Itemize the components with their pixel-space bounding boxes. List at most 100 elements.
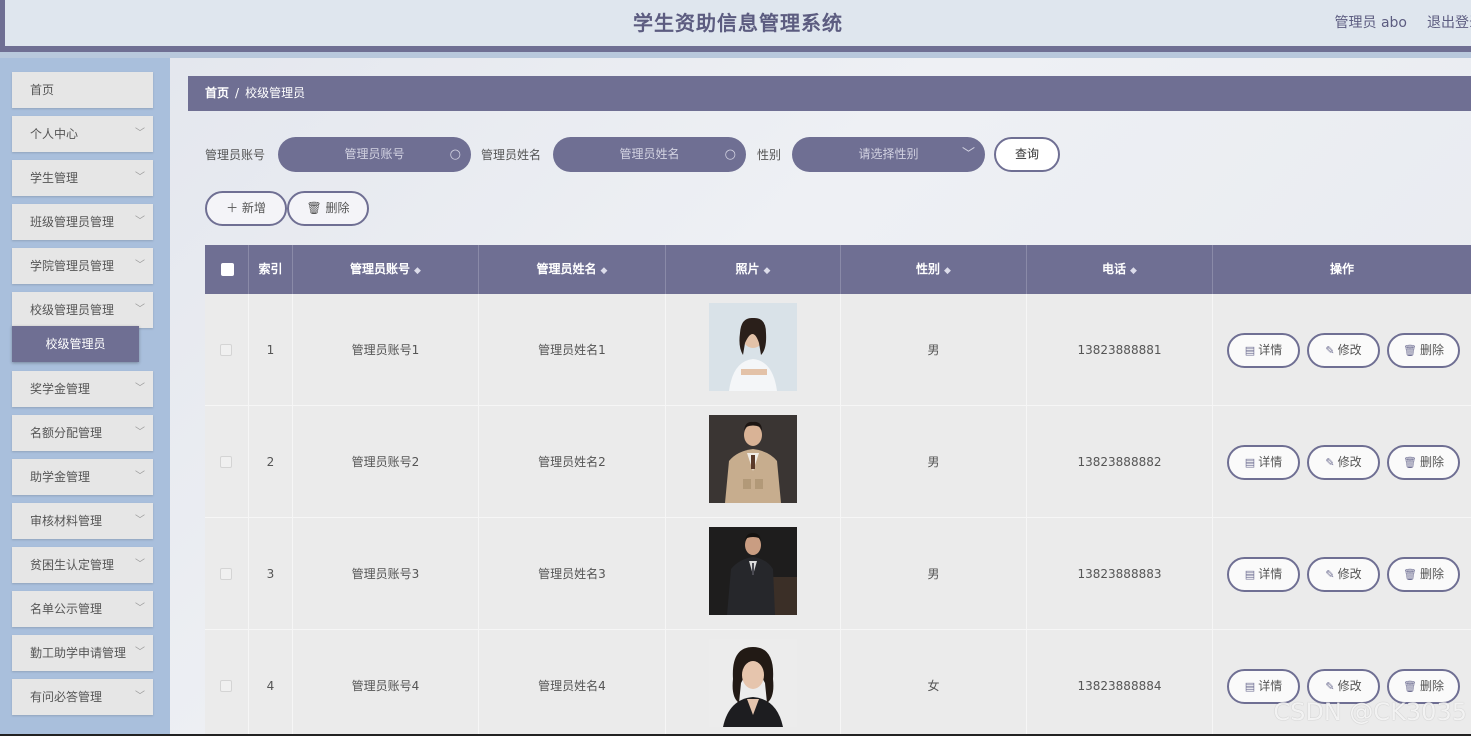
delete-button[interactable]: 🗑 删除 xyxy=(1387,445,1460,480)
edit-button[interactable]: ✎ 修改 xyxy=(1307,557,1380,592)
sidebar-item-class-admins[interactable]: 班级管理员管理 ﹀ xyxy=(12,204,153,240)
sidebar-item-work-study[interactable]: 勤工助学申请管理 ﹀ xyxy=(12,635,153,671)
name-search-placeholder: 管理员姓名 xyxy=(619,147,680,161)
top-header: 学生资助信息管理系统 管理员 abo 退出登录 xyxy=(0,0,1471,52)
sidebar-item-label: 首页 xyxy=(30,83,55,97)
sidebar-item-label: 学院管理员管理 xyxy=(30,259,115,273)
name-cell: 管理员姓名3 xyxy=(479,518,666,630)
column-header-name[interactable]: 管理员姓名 ◆ xyxy=(479,245,666,294)
batch-delete-button[interactable]: 🗑 删除 xyxy=(287,191,369,226)
admin-photo[interactable] xyxy=(709,415,797,503)
gender-select[interactable]: 请选择性别 ﹀ xyxy=(792,137,985,172)
select-all-checkbox[interactable] xyxy=(221,263,234,276)
sidebar-item-personal-center[interactable]: 个人中心 ﹀ xyxy=(12,116,153,152)
document-icon: ▤ xyxy=(1244,456,1256,469)
edit-button[interactable]: ✎ 修改 xyxy=(1307,333,1380,368)
column-header-gender-label: 性别 xyxy=(916,262,941,276)
name-cell: 管理员姓名4 xyxy=(479,630,666,736)
photo-cell xyxy=(666,406,841,518)
sidebar-item-school-admins[interactable]: 校级管理员管理 ﹀ xyxy=(12,292,153,328)
chevron-down-icon: ﹀ xyxy=(135,515,145,526)
query-button[interactable]: 查询 xyxy=(994,137,1060,172)
breadcrumb-separator: / xyxy=(235,86,240,100)
sidebar-item-list-publication[interactable]: 名单公示管理 ﹀ xyxy=(12,591,153,627)
sidebar-item-label: 学生管理 xyxy=(30,171,79,185)
plus-icon: ＋ xyxy=(226,201,242,215)
batch-delete-label: 删除 xyxy=(325,201,350,215)
sidebar-item-home[interactable]: 首页 xyxy=(12,72,153,108)
account-search-input[interactable]: 管理员账号 ○ xyxy=(278,137,471,172)
sidebar-subitem-school-admin[interactable]: 校级管理员 xyxy=(12,326,139,362)
column-header-gender[interactable]: 性别 ◆ xyxy=(841,245,1027,294)
sidebar-item-college-admins[interactable]: 学院管理员管理 ﹀ xyxy=(12,248,153,284)
delete-button-label: 删除 xyxy=(1419,343,1444,357)
actions-cell: ▤ 详情 ✎ 修改 🗑 删除 xyxy=(1213,518,1471,630)
account-cell: 管理员账号3 xyxy=(293,518,479,630)
delete-button[interactable]: 🗑 删除 xyxy=(1387,557,1460,592)
chevron-down-icon: ﹀ xyxy=(135,471,145,482)
document-icon: ▤ xyxy=(1244,568,1256,581)
search-icon: ○ xyxy=(724,147,736,162)
sidebar-item-label: 个人中心 xyxy=(30,127,79,141)
row-check-cell xyxy=(205,294,249,406)
table-row: 2 管理员账号2 管理员姓名2 男 13823888882 ▤ 详情 ✎ 修改 … xyxy=(205,406,1471,518)
row-checkbox[interactable] xyxy=(220,568,232,580)
document-icon: ▤ xyxy=(1244,680,1256,693)
chevron-down-icon: ﹀ xyxy=(135,691,145,702)
column-header-account-label: 管理员账号 xyxy=(350,262,411,276)
row-checkbox[interactable] xyxy=(220,344,232,356)
phone-cell: 13823888884 xyxy=(1027,630,1213,736)
detail-button-label: 详情 xyxy=(1258,679,1283,693)
sidebar-item-label: 审核材料管理 xyxy=(30,514,103,528)
sidebar-item-review-materials[interactable]: 审核材料管理 ﹀ xyxy=(12,503,153,539)
column-header-photo[interactable]: 照片 ◆ xyxy=(666,245,841,294)
admin-photo[interactable] xyxy=(709,303,797,391)
table-row: 1 管理员账号1 管理员姓名1 男 13823888881 ▤ 详情 ✎ 修改 🗑 删… xyxy=(205,294,1471,406)
app-title: 学生资助信息管理系统 xyxy=(633,11,843,35)
pencil-icon: ✎ xyxy=(1325,680,1335,693)
breadcrumb-home[interactable]: 首页 xyxy=(205,86,229,100)
sidebar-item-grant[interactable]: 助学金管理 ﹀ xyxy=(12,459,153,495)
pencil-icon: ✎ xyxy=(1325,344,1335,357)
index-cell: 4 xyxy=(249,630,293,736)
detail-button-label: 详情 xyxy=(1258,455,1283,469)
photo-cell xyxy=(666,630,841,736)
column-header-phone[interactable]: 电话 ◆ xyxy=(1027,245,1213,294)
name-search-input[interactable]: 管理员姓名 ○ xyxy=(553,137,746,172)
pencil-icon: ✎ xyxy=(1325,568,1335,581)
detail-button[interactable]: ▤ 详情 xyxy=(1227,557,1300,592)
account-cell: 管理员账号1 xyxy=(293,294,479,406)
document-icon: ▤ xyxy=(1244,344,1256,357)
chevron-down-icon: ﹀ xyxy=(135,128,145,139)
edit-button[interactable]: ✎ 修改 xyxy=(1307,445,1380,480)
sidebar-item-quota[interactable]: 名额分配管理 ﹀ xyxy=(12,415,153,451)
actions-cell: ▤ 详情 ✎ 修改 🗑 删除 xyxy=(1213,294,1471,406)
name-cell: 管理员姓名2 xyxy=(479,406,666,518)
sidebar-item-label: 有问必答管理 xyxy=(30,690,103,704)
sort-icon: ◆ xyxy=(944,266,951,276)
detail-button[interactable]: ▤ 详情 xyxy=(1227,445,1300,480)
add-button[interactable]: ＋ 新增 xyxy=(205,191,287,226)
chevron-down-icon: ﹀ xyxy=(135,647,145,658)
current-user[interactable]: 管理员 abo xyxy=(1335,0,1407,46)
sidebar-item-students[interactable]: 学生管理 ﹀ xyxy=(12,160,153,196)
logout-link[interactable]: 退出登录 xyxy=(1427,0,1471,46)
sidebar-item-label: 助学金管理 xyxy=(30,470,91,484)
admin-photo[interactable] xyxy=(709,639,797,727)
sidebar-item-qa[interactable]: 有问必答管理 ﹀ xyxy=(12,679,153,715)
sidebar-item-scholarship[interactable]: 奖学金管理 ﹀ xyxy=(12,371,153,407)
row-checkbox[interactable] xyxy=(220,456,232,468)
detail-button-label: 详情 xyxy=(1258,343,1283,357)
admin-table: 索引 管理员账号 ◆ 管理员姓名 ◆ 照片 ◆ 性别 ◆ 电话 ◆ 操作 1 管理员账号1… xyxy=(205,245,1471,736)
delete-button-label: 删除 xyxy=(1419,455,1444,469)
sidebar-item-poverty-certification[interactable]: 贫困生认定管理 ﹀ xyxy=(12,547,153,583)
detail-button[interactable]: ▤ 详情 xyxy=(1227,333,1300,368)
edit-button-label: 修改 xyxy=(1337,679,1362,693)
column-header-account[interactable]: 管理员账号 ◆ xyxy=(293,245,479,294)
chevron-down-icon: ﹀ xyxy=(135,383,145,394)
admin-photo[interactable] xyxy=(709,527,797,615)
row-checkbox[interactable] xyxy=(220,680,232,692)
delete-button[interactable]: 🗑 删除 xyxy=(1387,333,1460,368)
photo-cell xyxy=(666,518,841,630)
chevron-down-icon: ﹀ xyxy=(961,147,975,162)
